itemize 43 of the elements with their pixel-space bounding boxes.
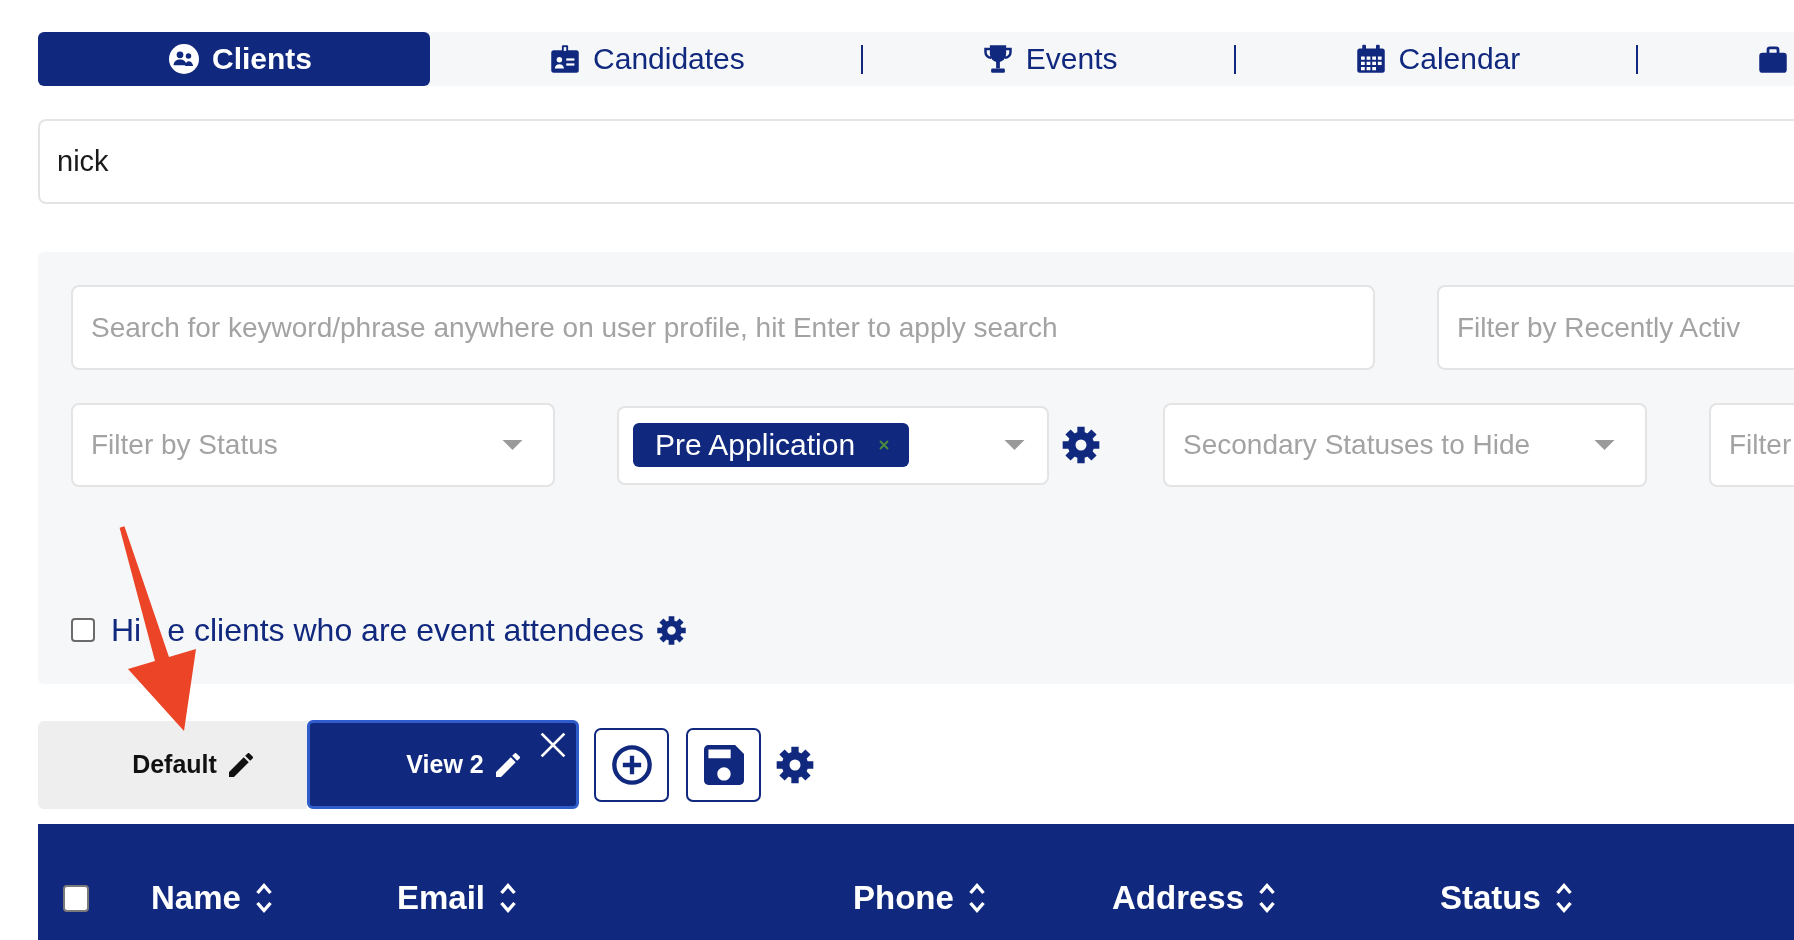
settings-icon[interactable] [655, 614, 687, 646]
column-header[interactable]: Address [1112, 879, 1245, 917]
settings-icon[interactable] [1061, 425, 1101, 465]
column-header[interactable]: Phone [853, 879, 954, 917]
close-icon[interactable] [540, 732, 566, 758]
users-circle-icon [169, 44, 199, 74]
caret-icon [1004, 440, 1025, 450]
settings-icon[interactable] [775, 744, 815, 785]
caret-icon [502, 440, 523, 450]
status-tag: Pre Application [633, 423, 910, 467]
sort-icon[interactable] [254, 881, 273, 915]
column-header[interactable]: Name [151, 879, 241, 917]
caret-icon [1594, 440, 1615, 450]
plus-circle-icon [611, 744, 652, 785]
tab[interactable]: Clients [38, 32, 431, 86]
view-tab[interactable]: View 2 [307, 720, 579, 809]
save-view-button[interactable] [686, 727, 761, 802]
add-view-button[interactable] [594, 727, 669, 802]
tab[interactable]: Calendar [1235, 32, 1639, 86]
recently-active-field[interactable]: Filter by Recently Activ [1437, 285, 1794, 370]
sort-icon[interactable] [967, 881, 986, 915]
sort-icon[interactable] [499, 881, 518, 915]
keyword-search-field[interactable]: Search for keyword/phrase anywhere on user profile, hit Enter to apply search [71, 285, 1375, 370]
remove-icon[interactable] [879, 440, 890, 450]
briefcase-icon [1758, 44, 1789, 74]
checkbox[interactable] [71, 618, 95, 642]
tab[interactable]: Candidates [430, 32, 863, 86]
sort-icon[interactable] [1258, 881, 1277, 915]
edit-icon[interactable] [495, 752, 520, 777]
search-field[interactable]: nick [38, 119, 1794, 204]
column-header[interactable]: Status [1440, 879, 1541, 917]
tab[interactable]: Events [862, 32, 1236, 86]
sort-icon[interactable] [1554, 881, 1573, 915]
edit-icon[interactable] [228, 752, 253, 777]
status-tag-select[interactable]: Pre Application [617, 405, 1049, 485]
trophy-icon [982, 44, 1013, 74]
checkbox-label: Hi [111, 611, 142, 649]
checkbox-label: e clients who are event attendees [167, 611, 644, 649]
id-badge-icon [550, 44, 581, 74]
calendar-icon [1355, 44, 1386, 74]
select-all-checkbox[interactable] [63, 884, 89, 912]
view-tab[interactable]: Default [38, 720, 307, 809]
column-header[interactable]: Email [397, 879, 486, 917]
